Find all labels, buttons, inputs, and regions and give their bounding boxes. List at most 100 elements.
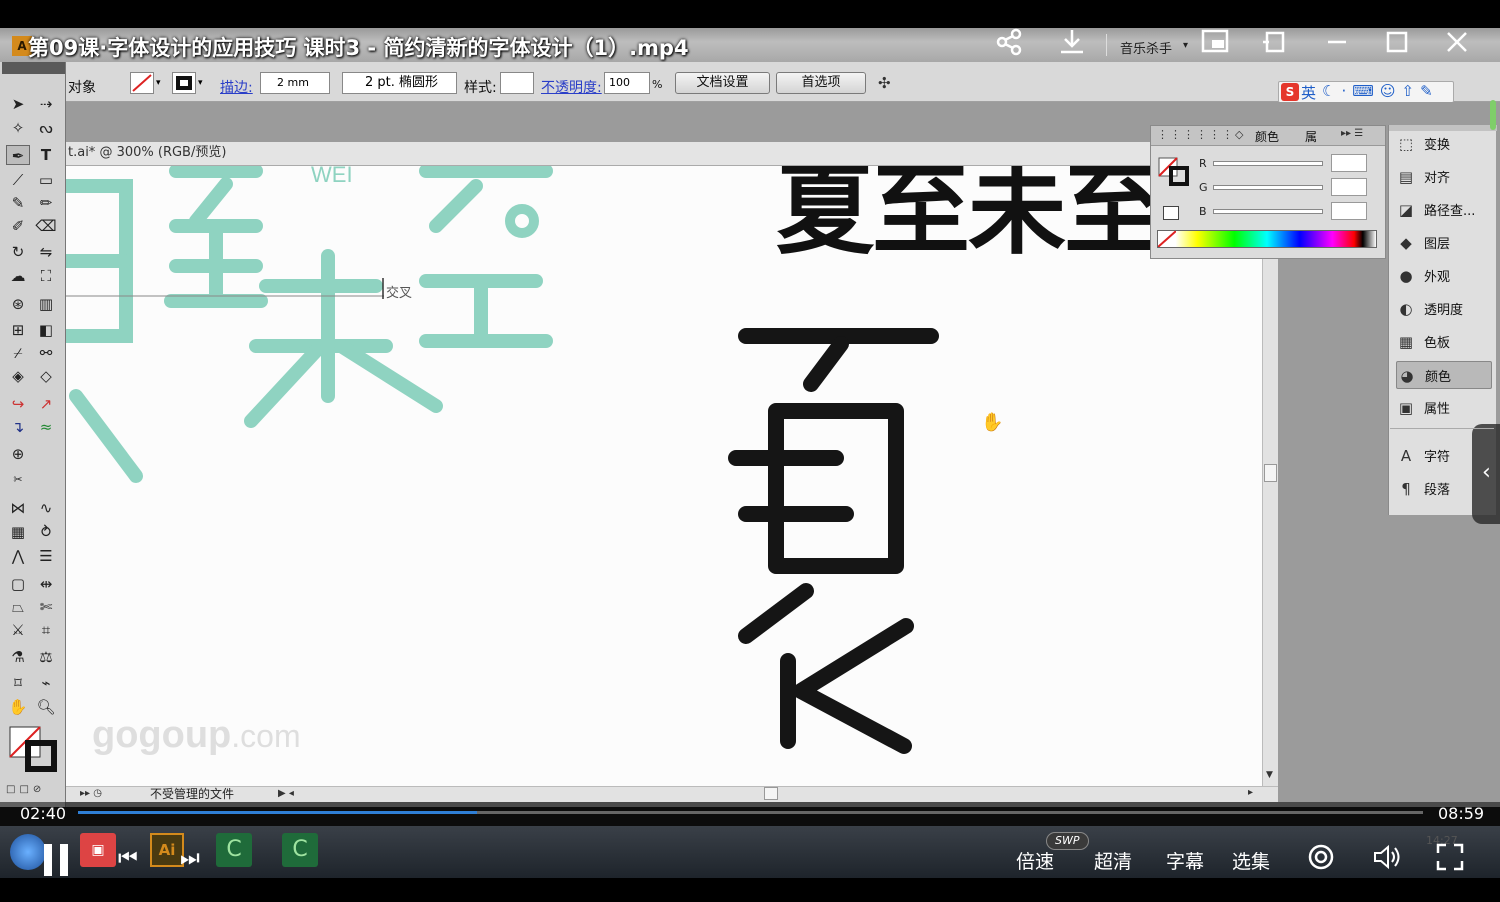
style-swatch[interactable]: [500, 72, 534, 94]
shape-builder-icon[interactable]: ▢: [6, 574, 30, 594]
eyedropper-icon[interactable]: ⌿: [6, 343, 30, 363]
panel-item-9[interactable]: A 字符: [1396, 442, 1492, 470]
line-tool-icon[interactable]: ⟋: [6, 170, 30, 190]
type-tool-icon[interactable]: T: [34, 145, 58, 165]
pen-tool-icon[interactable]: ✒: [6, 145, 30, 165]
twist-tool-icon[interactable]: ⥁: [34, 522, 58, 542]
slice-select-icon[interactable]: ⌁: [34, 673, 58, 693]
r-slider[interactable]: [1213, 161, 1323, 166]
scroll-down-icon[interactable]: ▼: [1266, 770, 1273, 780]
panel-item-10[interactable]: ¶ 段落: [1396, 475, 1492, 503]
b-slider[interactable]: [1213, 209, 1323, 214]
color-spectrum[interactable]: [1157, 230, 1377, 248]
envelope-tool-icon[interactable]: ⋈: [6, 498, 30, 518]
fill-stroke-indicator[interactable]: [1157, 156, 1191, 186]
document-setup-button[interactable]: 文档设置: [675, 72, 770, 94]
stroke-dropdown-icon[interactable]: ▾: [198, 78, 203, 88]
settings-icon[interactable]: [1306, 842, 1336, 872]
episodes-button[interactable]: 选集: [1232, 847, 1270, 874]
g-value-field[interactable]: [1331, 178, 1367, 196]
fill-dropdown-icon[interactable]: ▾: [156, 78, 161, 88]
pause-bar-left[interactable]: [44, 844, 52, 876]
g-slider[interactable]: [1213, 185, 1323, 190]
vertical-scrollbar[interactable]: ▼: [1262, 166, 1278, 786]
document-tab[interactable]: t.ai* @ 300% (RGB/预览): [66, 142, 1151, 166]
direct-selection-tool-icon[interactable]: ⇢: [34, 94, 58, 114]
warp-tool-icon[interactable]: ☁: [6, 266, 30, 286]
panel-item-7[interactable]: ◕ 颜色: [1396, 361, 1492, 389]
artboard-tool-icon[interactable]: ⌑: [6, 673, 30, 693]
curve-tool-icon[interactable]: ↪: [6, 394, 30, 414]
taskbar-ai-icon[interactable]: Ai: [150, 833, 184, 867]
fill-swatch[interactable]: [130, 72, 154, 94]
subtitle-button[interactable]: 字幕: [1166, 847, 1204, 874]
minimize-icon[interactable]: [1320, 28, 1354, 62]
close-icon[interactable]: [1440, 28, 1474, 62]
perspective-icon[interactable]: ⏢: [6, 597, 30, 617]
stroke-swatch[interactable]: [172, 72, 196, 94]
wave-tool-icon[interactable]: ∿: [34, 498, 58, 518]
panel-item-0[interactable]: ⬚ 变换: [1396, 130, 1492, 158]
panel-item-3[interactable]: ◆ 图层: [1396, 229, 1492, 257]
stroke-label[interactable]: 描边:: [220, 77, 253, 97]
next-icon[interactable]: ⏭: [180, 846, 200, 871]
zigzag-tool-icon[interactable]: ⋀: [6, 546, 30, 566]
ime-tool-icons[interactable]: ☾·⌨☺⇧✎: [1322, 82, 1439, 100]
status-nav-icon[interactable]: ▸▸ ◷: [80, 788, 102, 799]
taskbar-green-app-2[interactable]: C: [282, 833, 318, 867]
slice-tool-icon[interactable]: ✂: [6, 470, 30, 490]
panel-item-1[interactable]: ▤ 对齐: [1396, 163, 1492, 191]
b-value-field[interactable]: [1331, 202, 1367, 220]
zoom-tool-icon[interactable]: 🔍︎: [34, 697, 58, 717]
maximize-icon[interactable]: [1380, 28, 1414, 62]
collapsed-tabs-icons[interactable]: ⋮⋮⋮⋮⋮⋮◇: [1157, 128, 1245, 141]
symbol-sprayer-icon[interactable]: ⊛: [6, 294, 30, 314]
target-tool-icon[interactable]: ⊕: [6, 444, 30, 464]
pencil-icon[interactable]: ✏: [34, 193, 58, 213]
panel-item-4[interactable]: ● 外观: [1396, 262, 1492, 290]
attributes-tab[interactable]: 属: [1305, 128, 1317, 145]
panel-item-8[interactable]: ▣ 属性: [1396, 394, 1492, 422]
share-icon[interactable]: [992, 28, 1026, 62]
opacity-field[interactable]: 100: [604, 72, 650, 94]
vertical-scroll-thumb[interactable]: [1264, 464, 1277, 482]
live-paint-select-icon[interactable]: ◇: [34, 366, 58, 386]
quality-button[interactable]: 超清: [1094, 847, 1132, 874]
app-label[interactable]: 音乐杀手: [1120, 38, 1172, 57]
lasso-icon[interactable]: ᔓ: [34, 118, 58, 138]
dropdown-arrow-icon[interactable]: ▾: [1183, 40, 1188, 51]
gradient-tool-icon[interactable]: ◧: [34, 320, 58, 340]
r-value-field[interactable]: [1331, 154, 1367, 172]
download-icon[interactable]: [1055, 28, 1089, 62]
opacity-label[interactable]: 不透明度:: [541, 77, 602, 97]
progress-track[interactable]: [78, 811, 1423, 814]
panel-item-6[interactable]: ▦ 色板: [1396, 328, 1492, 356]
windows-start-icon[interactable]: [10, 834, 46, 870]
graph-tool-icon[interactable]: ▥: [34, 294, 58, 314]
status-arrow-icon[interactable]: ▶ ◂: [278, 788, 294, 799]
magic-wand-icon[interactable]: ✧: [6, 118, 30, 138]
pause-bar-right[interactable]: [60, 844, 68, 876]
paintbrush-icon[interactable]: ✎: [6, 193, 30, 213]
preferences-button[interactable]: 首选项: [776, 72, 866, 94]
hand-tool-icon[interactable]: ✋: [6, 697, 30, 717]
color-tab[interactable]: 颜色: [1255, 128, 1279, 145]
mesh-tool-icon[interactable]: ⊞: [6, 320, 30, 340]
fullscreen-icon[interactable]: [1436, 843, 1464, 871]
rectangle-tool-icon[interactable]: ▭: [34, 170, 58, 190]
width-tool-icon[interactable]: ⇹: [34, 574, 58, 594]
fill-stroke-swatches[interactable]: [8, 725, 64, 775]
brush-definition-field[interactable]: 2 pt. 椭圆形: [342, 72, 457, 94]
eyedropper2-icon[interactable]: ⚗: [6, 647, 30, 667]
ime-language[interactable]: 英: [1301, 82, 1316, 103]
list-tool-icon[interactable]: ☰: [34, 546, 58, 566]
scroll-right-icon[interactable]: ▸: [1248, 787, 1253, 798]
speed-button[interactable]: 倍速: [1016, 847, 1054, 874]
grid-tool-icon[interactable]: ▦: [6, 522, 30, 542]
blend-tool-icon[interactable]: ⚯: [34, 343, 58, 363]
horizontal-scroll-thumb[interactable]: [764, 787, 778, 800]
free-transform-icon[interactable]: ⛶: [34, 266, 58, 286]
blob-brush-icon[interactable]: ✐: [6, 216, 30, 236]
corner-tool-icon[interactable]: ↗: [34, 394, 58, 414]
sogou-ime-icon[interactable]: S: [1281, 83, 1299, 101]
